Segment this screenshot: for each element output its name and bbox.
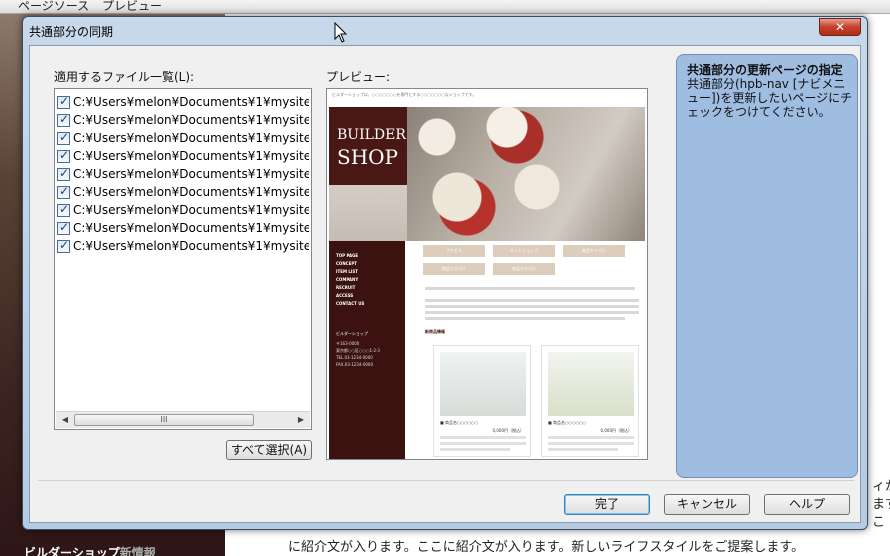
preview-sidebar: TOP PAGE CONCEPT ITEM LIST COMPANY RECRU…: [329, 241, 405, 459]
preview-menu-item: TOP PAGE: [336, 253, 359, 258]
list-item[interactable]: C:¥Users¥melon¥Documents¥1¥mysite2¥compa…: [57, 129, 309, 147]
file-path: C:¥Users¥melon¥Documents¥1¥mysite2¥index: [73, 239, 309, 253]
info-panel: 共通部分の更新ページの指定 共通部分(hpb-nav [ナビメニュー])を更新し…: [676, 54, 858, 478]
preview-button: ネットショップ: [493, 245, 555, 257]
divider: [38, 480, 854, 481]
file-checkbox[interactable]: [57, 94, 70, 109]
file-checkbox[interactable]: [57, 166, 70, 181]
horizontal-scrollbar[interactable]: ◀ III ▶: [56, 411, 310, 428]
file-path: C:¥Users¥melon¥Documents¥1¥mysite2¥recru…: [73, 221, 309, 235]
tab-page-source[interactable]: ページソース: [18, 0, 89, 14]
list-item[interactable]: C:¥Users¥melon¥Documents¥1¥mysite2¥index: [57, 93, 309, 111]
preview-product-card: ■ 商品名○○○○○○ 0,000円（税込）: [433, 345, 531, 457]
preview-shop-name: ビルダーショップ: [336, 331, 368, 336]
preview-logo: BUILDER SHOP: [329, 107, 407, 185]
file-path: C:¥Users¥melon¥Documents¥1¥mysite2¥index: [73, 95, 309, 109]
file-checkbox[interactable]: [57, 184, 70, 199]
preview-button: アクセス: [423, 245, 485, 257]
file-checkbox[interactable]: [57, 112, 70, 127]
list-item[interactable]: C:¥Users¥melon¥Documents¥1¥mysite2¥acces…: [57, 111, 309, 129]
preview-menu-item: COMPANY: [336, 277, 359, 282]
help-button[interactable]: ヘルプ: [764, 494, 850, 515]
preview-menu-item: CONTACT US: [336, 301, 365, 306]
file-path: C:¥Users¥melon¥Documents¥1¥mysite2¥priva…: [73, 203, 309, 217]
finish-button[interactable]: 完了: [564, 494, 650, 515]
file-checkbox[interactable]: [57, 238, 70, 253]
background-right-strip: [866, 14, 890, 556]
preview-product-card: ■ 商品名○○○○○○ 0,000円（税込）: [541, 345, 639, 457]
file-path: C:¥Users¥melon¥Documents¥1¥mysite2¥conta…: [73, 167, 309, 181]
list-item[interactable]: C:¥Users¥melon¥Documents¥1¥mysite2¥priva…: [57, 201, 309, 219]
list-item[interactable]: C:¥Users¥melon¥Documents¥1¥mysite2¥conce…: [57, 147, 309, 165]
file-checkbox[interactable]: [57, 148, 70, 163]
background-intro-text: に紹介文が入ります。ここに紹介文が入ります。新しいライフスタイルをご提案します。: [288, 540, 805, 555]
list-item[interactable]: C:¥Users¥melon¥Documents¥1¥mysite2¥iteml…: [57, 183, 309, 201]
file-path: C:¥Users¥melon¥Documents¥1¥mysite2¥conce…: [73, 149, 309, 163]
file-checkbox[interactable]: [57, 202, 70, 217]
file-checkbox[interactable]: [57, 130, 70, 145]
dialog-title: 共通部分の同期: [29, 25, 114, 39]
preview-main: アクセス ネットショップ 商品カテゴリ 商品カテゴリ 商品カテゴリ 新商品情報 …: [407, 241, 645, 459]
list-item[interactable]: C:¥Users¥melon¥Documents¥1¥mysite2¥index: [57, 237, 309, 255]
preview-menu-item: RECRUIT: [336, 285, 356, 290]
mouse-cursor-icon: [334, 22, 348, 43]
tab-preview[interactable]: プレビュー: [102, 0, 162, 14]
preview-menu-item: ACCESS: [336, 293, 354, 298]
scroll-thumb[interactable]: III: [74, 414, 254, 426]
background-tab-bar: ページソース プレビュー: [0, 0, 890, 14]
info-title: 共通部分の更新ページの指定: [687, 63, 843, 77]
background-shop-label: ビルダーショップ新情報: [24, 546, 156, 556]
preview-hero-image: [407, 107, 645, 241]
list-item[interactable]: C:¥Users¥melon¥Documents¥1¥mysite2¥conta…: [57, 165, 309, 183]
close-button[interactable]: ✕: [819, 18, 861, 36]
preview-button: 商品カテゴリ: [563, 245, 625, 257]
preview-button: 商品カテゴリ: [423, 263, 485, 275]
file-list[interactable]: C:¥Users¥melon¥Documents¥1¥mysite2¥index…: [54, 88, 312, 430]
scroll-right-icon[interactable]: ▶: [294, 414, 308, 426]
preview-menu-item: CONCEPT: [336, 261, 358, 266]
list-item[interactable]: C:¥Users¥melon¥Documents¥1¥mysite2¥recru…: [57, 219, 309, 237]
preview-hero: BUILDER SHOP: [329, 107, 645, 241]
scroll-left-icon[interactable]: ◀: [58, 414, 72, 426]
file-path: C:¥Users¥melon¥Documents¥1¥mysite2¥iteml…: [73, 185, 309, 199]
info-description: 共通部分(hpb-nav [ナビメニュー])を更新したいページにチェックをつけて…: [687, 77, 853, 119]
file-path: C:¥Users¥melon¥Documents¥1¥mysite2¥acces…: [73, 113, 309, 127]
preview-pane: ビルダーショップは、○○○○○○○を専門とする○○○○○○○なショップです。 B…: [326, 88, 648, 460]
file-list-label: 適用するファイル一覧(L):: [54, 70, 195, 84]
dialog-body: 適用するファイル一覧(L): C:¥Users¥melon¥Documents¥…: [29, 45, 861, 523]
background-right-text: ィが ます こ: [872, 479, 890, 530]
sync-dialog: 共通部分の同期 ✕ 適用するファイル一覧(L): C:¥Users¥melon¥…: [22, 16, 868, 530]
preview-top-note: ビルダーショップは、○○○○○○○を専門とする○○○○○○○なショップです。: [332, 92, 477, 97]
select-all-button[interactable]: すべて選択(A): [226, 440, 312, 460]
cancel-button[interactable]: キャンセル: [664, 494, 750, 515]
file-checkbox[interactable]: [57, 220, 70, 235]
preview-menu-item: ITEM LIST: [336, 269, 358, 274]
preview-section-title: 新商品情報: [425, 329, 445, 334]
preview-label: プレビュー:: [326, 70, 391, 84]
file-path: C:¥Users¥melon¥Documents¥1¥mysite2¥compa…: [73, 131, 309, 145]
preview-button: 商品カテゴリ: [493, 263, 555, 275]
